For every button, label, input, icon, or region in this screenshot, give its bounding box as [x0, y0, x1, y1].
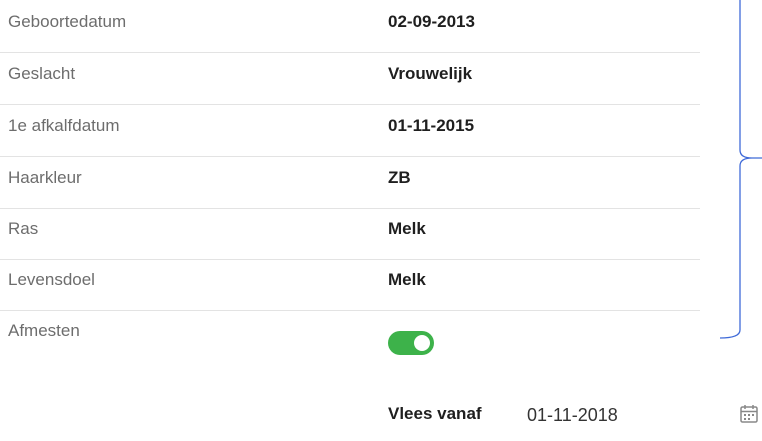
detail-row-haarkleur: Haarkleur ZB — [0, 156, 700, 209]
detail-row-levensdoel: Levensdoel Melk — [0, 258, 700, 311]
detail-row-afkalfdatum: 1e afkalfdatum 01-11-2015 — [0, 104, 700, 157]
detail-row-geslacht: Geslacht Vrouwelijk — [0, 52, 700, 105]
field-value: Vrouwelijk — [388, 64, 473, 83]
field-label: Ras — [8, 219, 39, 238]
field-label: 1e afkalfdatum — [8, 116, 120, 135]
field-label: Levensdoel — [8, 270, 95, 289]
afmesten-toggle[interactable] — [388, 331, 434, 355]
field-value: ZB — [388, 168, 411, 187]
detail-row-geboortedatum: Geboortedatum 02-09-2013 — [0, 0, 700, 53]
afmesten-label: Afmesten — [8, 321, 80, 340]
field-value: 01-11-2015 — [388, 116, 475, 135]
vlees-vanaf-label: Vlees vanaf — [388, 404, 482, 423]
field-value: Melk — [388, 270, 426, 289]
field-label: Geslacht — [8, 64, 76, 83]
group-brace — [719, 0, 762, 339]
vlees-vanaf-date-input[interactable] — [517, 400, 687, 430]
detail-row-afmesten: Afmesten — [0, 309, 700, 361]
field-label: Geboortedatum — [8, 12, 127, 31]
field-value: Melk — [388, 219, 426, 238]
calendar-icon[interactable] — [738, 403, 760, 425]
field-value: 02-09-2013 — [388, 12, 475, 31]
toggle-knob — [414, 335, 430, 351]
field-label: Haarkleur — [8, 168, 82, 187]
detail-row-ras: Ras Melk — [0, 207, 700, 260]
